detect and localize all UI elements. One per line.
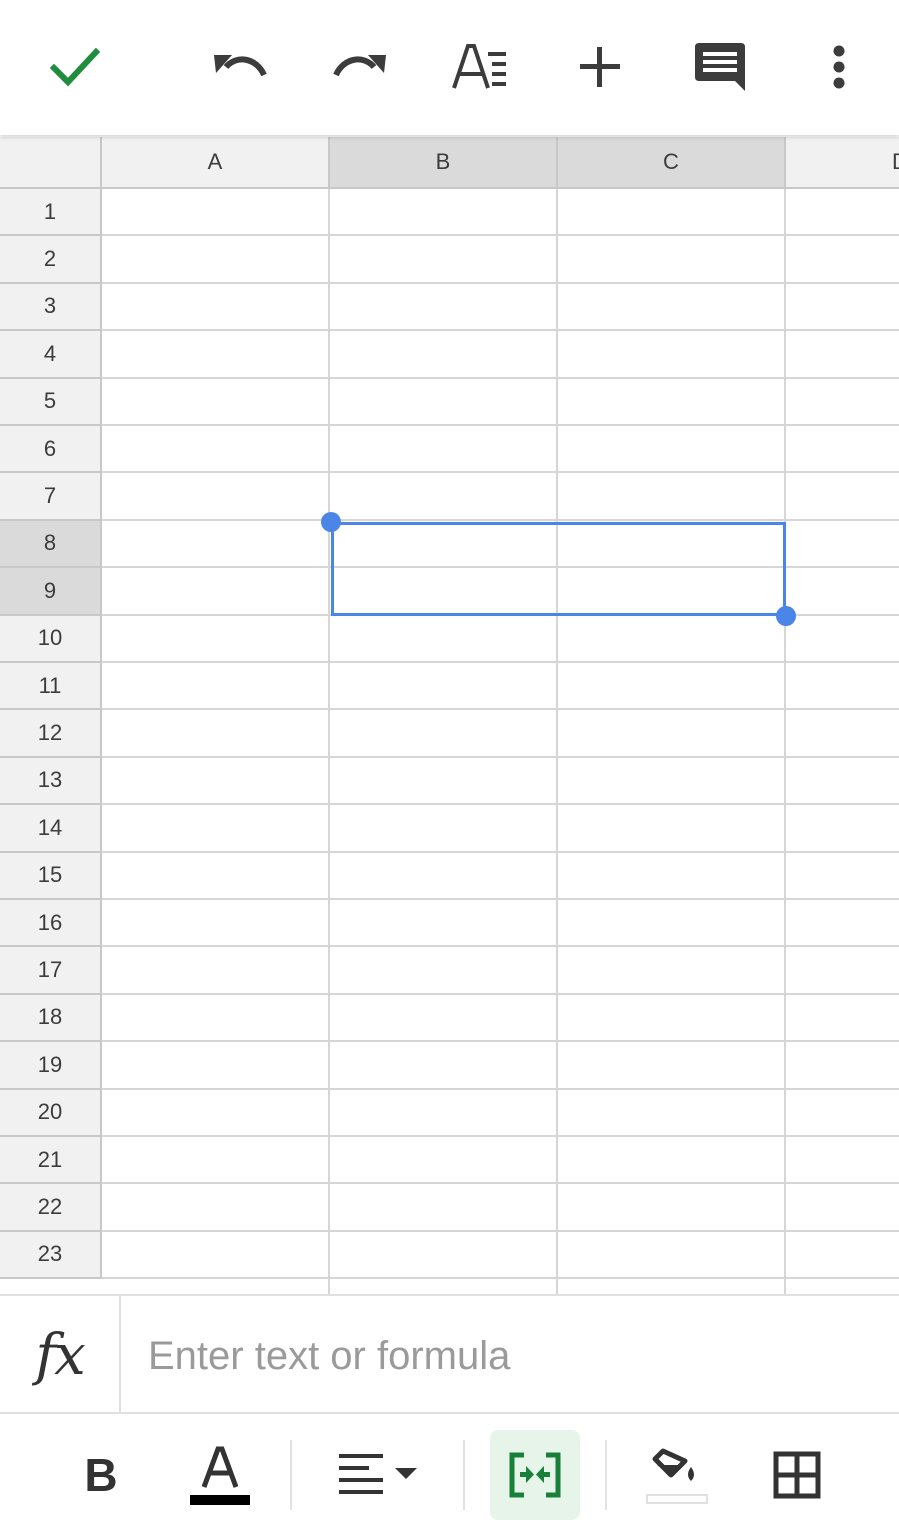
- row-gridline: [102, 281, 899, 284]
- comment-icon: [695, 43, 745, 91]
- row-header-21[interactable]: 21: [0, 1137, 102, 1185]
- row-gridline: [102, 1087, 899, 1090]
- row-header-17[interactable]: 17: [0, 947, 102, 995]
- row-gridline: [102, 329, 899, 332]
- row-gridline: [102, 518, 899, 521]
- align-button[interactable]: [330, 1430, 430, 1520]
- formula-input[interactable]: [148, 1334, 868, 1378]
- bold-icon: B: [84, 1449, 118, 1501]
- check-icon: [50, 47, 100, 87]
- fx-label: fx: [35, 1322, 85, 1388]
- row-header-14[interactable]: 14: [0, 805, 102, 853]
- row-gridline: [102, 1229, 899, 1232]
- fill-color-button[interactable]: [632, 1430, 722, 1520]
- row-header-10[interactable]: 10: [0, 615, 102, 663]
- selection-handle-top-left[interactable]: [321, 512, 341, 532]
- row-gridline: [102, 992, 899, 995]
- row-gridline: [102, 898, 899, 900]
- row-gridline: [102, 850, 899, 853]
- column-header-d[interactable]: D: [786, 137, 899, 189]
- row-header-5[interactable]: 5: [0, 378, 102, 426]
- column-header-c[interactable]: C: [558, 137, 786, 189]
- row-header-12[interactable]: 12: [0, 710, 102, 758]
- done-button[interactable]: [35, 27, 115, 107]
- fx-icon: fx: [0, 1296, 121, 1414]
- align-left-icon: [339, 1454, 417, 1494]
- merge-cells-icon: [509, 1452, 561, 1498]
- row-header-15[interactable]: 15: [0, 852, 102, 900]
- insert-button[interactable]: [560, 27, 640, 107]
- row-header-1[interactable]: 1: [0, 189, 102, 237]
- row-header-20[interactable]: 20: [0, 1089, 102, 1137]
- column-header-b[interactable]: B: [330, 137, 558, 189]
- row-header-8[interactable]: 8: [0, 520, 102, 569]
- row-header-3[interactable]: 3: [0, 283, 102, 332]
- merge-cells-button[interactable]: [490, 1430, 580, 1520]
- row-header-9[interactable]: 9: [0, 568, 102, 616]
- row-gridline: [102, 1182, 899, 1185]
- borders-button[interactable]: [752, 1430, 842, 1520]
- row-gridline: [102, 661, 899, 663]
- undo-icon: [214, 55, 267, 77]
- row-header-7[interactable]: 7: [0, 473, 102, 521]
- row-gridline: [102, 708, 899, 711]
- row-gridline: [102, 424, 899, 426]
- comment-button[interactable]: [680, 27, 760, 107]
- formula-bar: fx: [0, 1294, 899, 1414]
- column-header-a[interactable]: A: [102, 137, 330, 189]
- column-gridline: [556, 189, 558, 1294]
- more-options-button[interactable]: [799, 27, 879, 107]
- row-gridline: [102, 755, 899, 758]
- text-format-icon: [452, 44, 506, 89]
- row-gridline: [102, 376, 899, 379]
- row-header-18[interactable]: 18: [0, 994, 102, 1043]
- format-toolbar: B: [0, 1416, 899, 1536]
- fill-color-icon: [646, 1448, 708, 1504]
- borders-icon: [773, 1451, 821, 1499]
- text-format-button[interactable]: [440, 27, 520, 107]
- more-vert-icon: [833, 45, 845, 89]
- cell-selection-range[interactable]: [331, 522, 786, 616]
- selection-handle-bottom-right[interactable]: [776, 606, 796, 626]
- row-header-13[interactable]: 13: [0, 757, 102, 806]
- row-gridline: [102, 803, 899, 806]
- cells-area[interactable]: [102, 189, 899, 1294]
- undo-button[interactable]: [200, 27, 280, 107]
- row-gridline: [102, 471, 899, 474]
- row-header-22[interactable]: 22: [0, 1184, 102, 1232]
- row-header-19[interactable]: 19: [0, 1042, 102, 1090]
- row-gridline: [102, 945, 899, 948]
- text-color-button[interactable]: [175, 1430, 265, 1520]
- select-all-corner[interactable]: [0, 137, 102, 189]
- row-gridline: [102, 1135, 899, 1137]
- row-header-2[interactable]: 2: [0, 236, 102, 284]
- row-header-16[interactable]: 16: [0, 900, 102, 948]
- row-gridline: [102, 1040, 899, 1043]
- bold-button[interactable]: B: [56, 1430, 146, 1520]
- redo-button[interactable]: [320, 27, 400, 107]
- row-header-23[interactable]: 23: [0, 1231, 102, 1280]
- spreadsheet-grid[interactable]: A B C D 12345678910111213141516171819202…: [0, 137, 899, 1294]
- row-gridline: [102, 1277, 899, 1280]
- row-header-6[interactable]: 6: [0, 426, 102, 474]
- redo-icon: [333, 55, 386, 77]
- column-gridline: [784, 189, 786, 1294]
- top-toolbar: [0, 0, 899, 135]
- row-header-4[interactable]: 4: [0, 331, 102, 379]
- plus-icon: [580, 47, 620, 87]
- text-color-icon: [190, 1446, 250, 1505]
- column-gridline: [328, 189, 330, 1294]
- row-gridline: [102, 234, 899, 237]
- row-header-11[interactable]: 11: [0, 663, 102, 711]
